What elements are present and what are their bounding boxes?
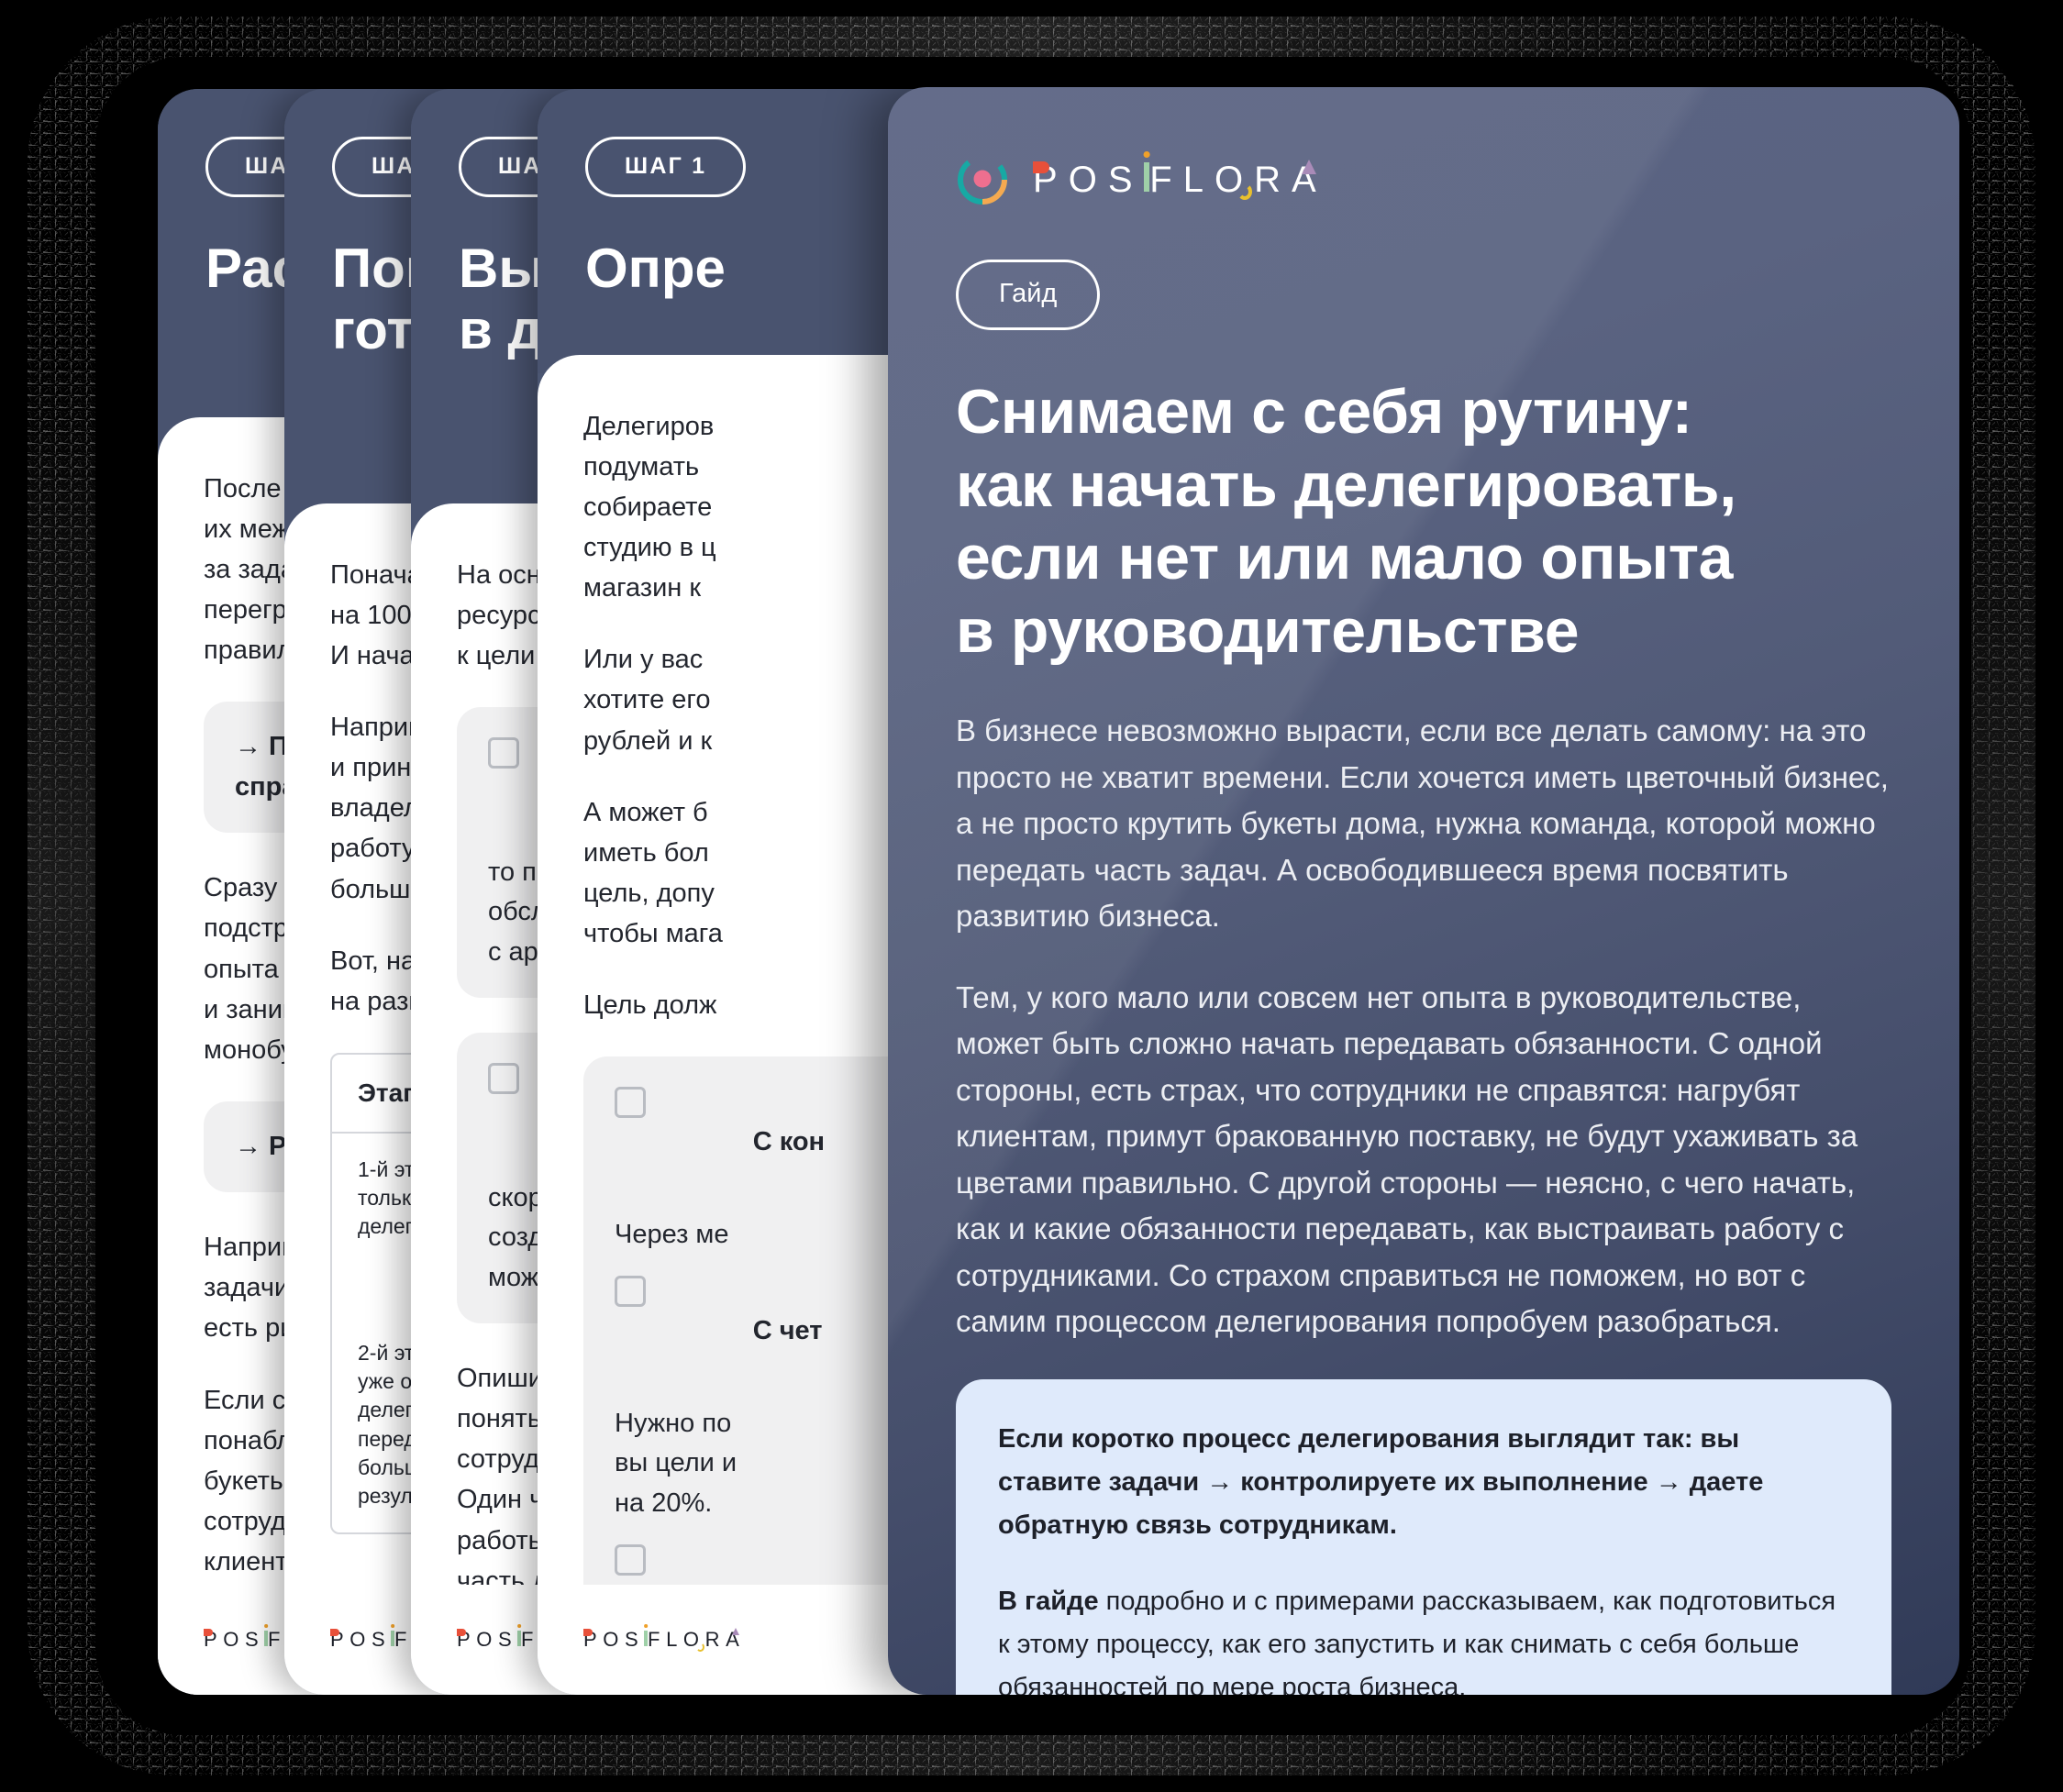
step-badge: ШАГ 1 [585,137,747,197]
summary-callout: Если коротко процесс делегирования выгля… [956,1379,1891,1695]
wordmark-letter-i-3 [1143,151,1150,192]
title-line: Снимаем с себя рутину: [956,377,1692,447]
wordmark-a-accent [1302,160,1317,175]
card-paragraph: Делегиров подумать собираете студию в ц … [583,412,716,603]
title-line: как начать делегировать, [956,449,1736,520]
checkbox-icon[interactable] [488,1063,519,1095]
checkbox-label-strong: С чет [752,1315,823,1345]
wordmark-a-accent [731,1628,739,1636]
posiflora-mark-icon [958,155,1007,205]
wordmark-i-dot [1143,151,1150,159]
guide-badge: Гайд [956,260,1101,330]
card-stack: ШАГ 4 Расп После того их между за задачу… [0,0,2063,1792]
wordmark-letter-r-7: R [1254,159,1292,200]
callout-line-1-text: Если коротко процесс делегирования выгля… [998,1424,1764,1541]
wordmark-letter-o-1: O [476,1628,498,1651]
wordmark-letter-l-5: L [666,1628,683,1651]
checkbox-icon[interactable] [488,737,519,769]
wordmark-letter-f-4: F [648,1628,667,1651]
title-line: если нет или мало опыта [956,523,1734,593]
card-paragraph: А может б иметь бол цель, допу чтобы маг… [583,797,723,948]
checkbox-label-strong: С кон [752,1126,826,1156]
wordmark-letter-r-7: R [704,1628,726,1651]
checkbox-icon[interactable] [615,1087,646,1119]
wordmark-letter-p-0: P [1033,159,1069,200]
intro-paragraph: В бизнесе невозможно вырасти, если все д… [956,713,1889,934]
wordmark-letter-a-8: A [1292,159,1327,200]
intro-paragraph: Тем, у кого мало или совсем нет опыта в … [956,979,1858,1338]
checkbox-label: С чет [664,1271,823,1391]
wordmark-letter-f-4: F [1149,159,1183,200]
checkbox-description: Через ме [615,1219,729,1249]
wordmark-letter-p-0: P [204,1628,224,1651]
wordmark-letter-s-2: S [245,1628,265,1651]
wordmark-letter-o-1: O [223,1628,245,1651]
wordmark-o-arc [695,1642,704,1652]
callout-line-2-prefix: В гайде [998,1587,1099,1617]
card-paragraph: Или у вас хотите его рублей и к [583,645,713,756]
checkbox-description: Нужно по вы цели и на 20%. [615,1408,738,1518]
wordmark-letter-o-6: O [1214,159,1255,200]
wordmark-letter-p-0: P [330,1628,350,1651]
wordmark-o-arc [1237,183,1253,200]
guide-cover-card[interactable]: POSFLORA Гайд Снимаем с себя рутину: как… [888,87,1959,1695]
wordmark-letter-s-2: S [1107,159,1144,200]
wordmark-letter-o-1: O [349,1628,372,1651]
callout-line-1: Если коротко процесс делегирования выгля… [998,1418,1849,1547]
wordmark-p-accent [204,1629,214,1636]
wordmark-letter-o-1: O [1068,159,1108,200]
page-title: Снимаем с себя рутину: как начать делеги… [956,376,1891,668]
wordmark-p-accent [330,1629,340,1636]
wordmark-p-accent [457,1629,467,1636]
card-paragraph: Цель долж [583,990,717,1020]
checkbox-icon[interactable] [615,1276,646,1308]
callout-line-2: В гайде подробно и с примерами рассказыв… [998,1580,1849,1695]
wordmark-letter-s-2: S [372,1628,392,1651]
callout-line-2-rest: подробно и с примерами рассказываем, как… [998,1587,1836,1695]
wordmark-letter-p-0: P [457,1628,477,1651]
posiflora-logo: POSFLORA [956,151,1891,206]
wordmark-letter-o-1: O [603,1628,625,1651]
wordmark-letter-a-8: A [726,1628,746,1651]
wordmark-p-accent [1033,160,1050,174]
posiflora-wordmark-dark: POSFLORA [583,1624,746,1652]
checkbox-label: С кон [664,1082,825,1202]
checkbox-icon[interactable] [615,1544,646,1576]
wordmark-letter-s-2: S [498,1628,518,1651]
posiflora-wordmark: POSFLORA [1033,151,1327,201]
wordmark-letter-o-6: O [682,1628,705,1652]
title-line: в руководительстве [956,595,1580,666]
checkbox-row[interactable]: С чет [615,1271,890,1391]
wordmark-p-accent [583,1629,593,1636]
wordmark-letter-l-5: L [1182,159,1215,200]
card-title: Опре [585,238,726,299]
wordmark-letter-p-0: P [583,1628,604,1651]
wordmark-letter-s-2: S [625,1628,645,1651]
checkbox-row[interactable]: С кон [615,1082,890,1202]
